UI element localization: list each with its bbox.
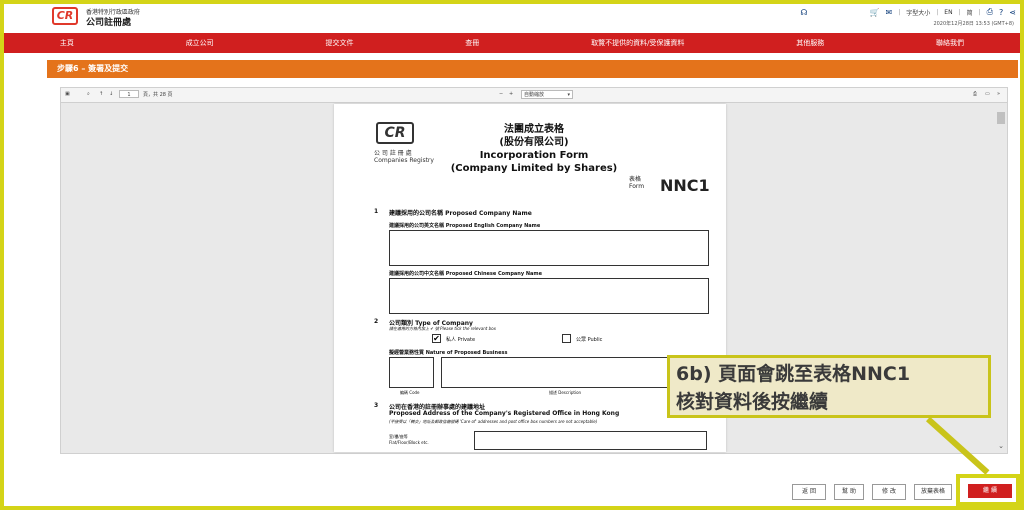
more-tools-icon[interactable]: » <box>997 91 1000 97</box>
form-title-en-sub: (Company Limited by Shares) <box>450 163 618 174</box>
public-label: 公眾 Public <box>576 337 603 343</box>
nav-other-services[interactable]: 其他服務 <box>796 38 824 48</box>
private-label: 私人 Private <box>446 337 476 343</box>
flat-field[interactable] <box>474 431 707 450</box>
headset-icon[interactable]: ☊ <box>800 8 807 17</box>
cr-logo[interactable]: CR <box>52 7 78 25</box>
form-cr-logo: CR <box>376 122 414 144</box>
chinese-name-field[interactable] <box>389 278 709 314</box>
site-header: CR 香港特別行政區政府 公司註冊處 ☊ 🛒 ✉ | 字型大小 | EN | 简… <box>4 4 1020 32</box>
share-icon[interactable]: ⋖ <box>1009 8 1016 17</box>
page-number-input[interactable]: 1 <box>119 90 139 98</box>
org-name-line2: 公司註冊處 <box>86 18 132 28</box>
pdf-scrollbar[interactable]: ⌄ <box>997 110 1005 450</box>
instruction-callout: 6b) 頁面會跳至表格NNC1 核對資料後按繼續 <box>667 355 991 418</box>
abandon-form-button[interactable]: 放棄表格 <box>914 484 952 500</box>
chevron-down-icon: ▾ <box>567 92 570 98</box>
continue-highlight: 繼 續 <box>956 474 1020 506</box>
edit-button[interactable]: 修 改 <box>872 484 906 500</box>
nav-home[interactable]: 主頁 <box>60 38 74 48</box>
form-title-zh: 法團成立表格 <box>504 124 564 135</box>
nav-withheld-info[interactable]: 取覽不提供的資料/受保護資料 <box>591 38 684 48</box>
registry-name-zh: 公 司 註 冊 處 <box>374 150 412 157</box>
address-hint: (不接受以「轉交」地址及郵政信箱號碼 'Care of' addresses a… <box>389 419 598 424</box>
public-checkbox[interactable] <box>562 334 571 343</box>
form-title-en: Incorporation Form <box>479 150 589 161</box>
zoom-select[interactable]: 自動縮放 ▾ <box>521 90 573 99</box>
company-type-hint: 請在適用的方格內加上 ✔ 號 Please tick the relevant … <box>389 326 496 331</box>
callout-line1: 6b) 頁面會跳至表格NNC1 <box>676 363 911 385</box>
english-name-label: 建議採用的公司英文名稱 Proposed English Company Nam… <box>389 223 541 229</box>
mail-icon[interactable]: ✉ <box>886 8 893 17</box>
business-code-field[interactable] <box>389 357 434 388</box>
zoom-in-icon[interactable]: + <box>509 91 513 97</box>
find-icon[interactable]: ⌕ <box>87 91 90 97</box>
nav-submit-docs[interactable]: 提交文件 <box>325 38 353 48</box>
sidebar-toggle-icon[interactable]: ▣ <box>65 91 70 97</box>
page-total: 頁，共 28 頁 <box>143 92 173 98</box>
callout-line2: 核對資料後按繼續 <box>676 391 829 413</box>
lang-en-link[interactable]: EN <box>944 9 952 16</box>
section-1-title: 建議採用的公司名稱 Proposed Company Name <box>389 210 532 217</box>
flat-label-en: Flat/Floor/Block etc. <box>389 440 429 445</box>
registry-name: 公 司 註 冊 處 Companies Registry <box>374 150 434 164</box>
nav-incorporate[interactable]: 成立公司 <box>186 38 214 48</box>
print-icon[interactable]: ⎙ <box>973 91 977 97</box>
chinese-name-label: 建議採用的公司中文名稱 Proposed Chinese Company Nam… <box>389 271 542 277</box>
flat-label: 室/樓/座等 Flat/Floor/Block etc. <box>389 434 429 445</box>
lang-sc-link[interactable]: 简 <box>967 8 973 17</box>
registry-name-en: Companies Registry <box>374 157 434 164</box>
code-caption: 編碼 Code <box>400 390 420 395</box>
form-label-en: Form <box>629 183 645 190</box>
cart-icon[interactable]: 🛒 <box>870 8 880 17</box>
scroll-thumb[interactable] <box>997 112 1005 124</box>
form-title: 法團成立表格 (股份有限公司) Incorporation Form (Comp… <box>444 123 624 175</box>
form-number: NNC1 <box>660 176 710 195</box>
download-icon[interactable]: ▭ <box>985 91 990 97</box>
form-title-zh-sub: (股份有限公司) <box>499 137 569 148</box>
font-size-link[interactable]: 字型大小 <box>906 8 930 17</box>
scroll-down-icon[interactable]: ⌄ <box>997 442 1005 450</box>
section-2-number: 2 <box>374 318 379 325</box>
next-page-icon[interactable]: ↓ <box>109 91 113 97</box>
help-icon[interactable]: ? <box>999 8 1003 17</box>
back-button[interactable]: 返 回 <box>792 484 826 500</box>
step-title: 步驟6 – 簽署及提交 <box>47 60 1018 78</box>
nav-search[interactable]: 查冊 <box>465 38 479 48</box>
section-3-number: 3 <box>374 402 379 409</box>
pdf-toolbar: ▣ ⌕ ↑ ↓ 1 頁，共 28 頁 − + 自動縮放 ▾ ⎙ ▭ » <box>61 88 1007 103</box>
timestamp: 2020年12月28日 13:53 (GMT+8) <box>933 21 1014 27</box>
business-nature-label: 擬經營業務性質 Nature of Proposed Business <box>389 350 508 356</box>
continue-button[interactable]: 繼 續 <box>968 484 1012 498</box>
form-label: 表格 Form <box>629 176 644 190</box>
zoom-out-icon[interactable]: − <box>499 91 503 97</box>
private-checkbox[interactable]: ✔ <box>432 334 441 343</box>
form-label-zh: 表格 <box>629 176 642 183</box>
main-nav: 主頁 成立公司 提交文件 查冊 取覽不提供的資料/受保護資料 其他服務 聯絡我們 <box>4 33 1020 53</box>
zoom-value: 自動縮放 <box>524 92 545 98</box>
help-button[interactable]: 幫 助 <box>834 484 864 500</box>
utility-bar: ☊ 🛒 ✉ | 字型大小 | EN | 简 | ⎙ ? ⋖ <box>800 7 1016 17</box>
print-icon[interactable]: ⎙ <box>987 7 993 17</box>
section-3-title-en: Proposed Address of the Company's Regist… <box>389 410 620 417</box>
prev-page-icon[interactable]: ↑ <box>99 91 103 97</box>
description-caption: 描述 Description <box>549 390 582 395</box>
nav-contact[interactable]: 聯絡我們 <box>936 38 964 48</box>
english-name-field[interactable] <box>389 230 709 266</box>
section-1-number: 1 <box>374 208 379 215</box>
